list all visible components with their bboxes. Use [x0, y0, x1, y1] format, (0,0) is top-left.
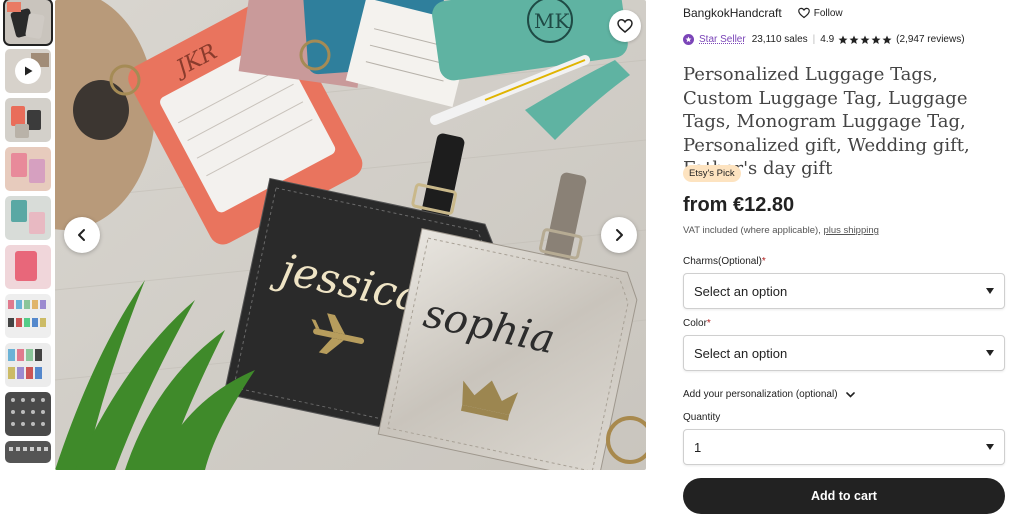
thumbnail-3[interactable] — [5, 98, 51, 142]
play-icon — [15, 58, 41, 84]
charms-label: Charms(Optional)* — [683, 256, 766, 267]
caret-down-icon — [986, 350, 994, 356]
required-asterisk: * — [706, 318, 711, 329]
sales-count: 23,110 sales — [751, 34, 808, 45]
thumbnail-9[interactable] — [5, 392, 51, 436]
seller-meta: Star Seller 23,110 sales | 4.9 (2,947 re… — [683, 34, 965, 45]
star-seller-label[interactable]: Star Seller — [699, 34, 746, 45]
caret-down-icon — [986, 444, 994, 450]
thumbnail-7[interactable] — [5, 294, 51, 338]
required-asterisk: * — [761, 256, 766, 267]
star-icon — [871, 35, 881, 44]
chevron-left-icon — [78, 229, 85, 241]
charms-select-value: Select an option — [694, 283, 788, 299]
star-seller-badge-icon — [683, 34, 694, 45]
shipping-link[interactable]: plus shipping — [823, 225, 878, 236]
charms-label-text: Charms(Optional) — [683, 256, 762, 267]
rating-stars[interactable] — [838, 35, 893, 45]
thumbnail-video[interactable] — [5, 49, 51, 93]
thumbnail-6[interactable] — [5, 245, 51, 289]
favorite-button[interactable] — [609, 10, 641, 42]
thumbnail-1[interactable] — [3, 0, 53, 46]
quantity-label: Quantity — [683, 412, 721, 423]
star-icon — [882, 35, 892, 44]
next-image-button[interactable] — [601, 217, 637, 253]
rating-value: 4.9 — [820, 34, 835, 45]
vat-text: VAT included (where applicable), — [683, 225, 821, 236]
add-to-cart-button[interactable]: Add to cart — [683, 478, 1005, 514]
star-icon — [860, 35, 870, 44]
thumbnail-8[interactable] — [5, 343, 51, 387]
heart-icon — [617, 19, 633, 33]
thumbnail-10[interactable] — [5, 441, 51, 463]
thumbnail-strip — [3, 0, 53, 468]
quantity-select[interactable]: 1 — [683, 429, 1005, 465]
reviews-count-link[interactable]: (2,947 reviews) — [896, 34, 964, 45]
follow-button[interactable]: Follow — [797, 7, 843, 19]
caret-down-icon — [986, 288, 994, 294]
star-icon — [849, 35, 859, 44]
shop-name-link[interactable]: BangkokHandcraft — [683, 6, 782, 20]
product-title: Personalized Luggage Tags, Custom Luggag… — [683, 64, 970, 179]
color-select-value: Select an option — [694, 345, 788, 361]
charms-select[interactable]: Select an option — [683, 273, 1005, 309]
shop-row: BangkokHandcraft Follow — [683, 6, 843, 20]
vat-note: VAT included (where applicable), plus sh… — [683, 225, 879, 236]
color-select[interactable]: Select an option — [683, 335, 1005, 371]
etsys-pick-badge: Etsy's Pick — [683, 165, 741, 182]
personalization-toggle[interactable]: Add your personalization (optional) — [683, 389, 855, 400]
chevron-down-icon — [845, 391, 855, 398]
personalization-label: Add your personalization (optional) — [683, 389, 838, 400]
main-product-image: JKR MK jessica sophia — [55, 0, 646, 470]
product-price: from €12.80 — [683, 194, 795, 216]
star-icon — [838, 35, 848, 44]
color-label-text: Color — [683, 318, 707, 329]
heart-icon — [797, 7, 810, 19]
previous-image-button[interactable] — [64, 217, 100, 253]
follow-label: Follow — [813, 7, 843, 19]
product-photo: JKR MK jessica sophia — [55, 0, 646, 470]
chevron-right-icon — [616, 229, 623, 241]
quantity-select-value: 1 — [694, 439, 702, 455]
divider: | — [812, 34, 816, 45]
thumbnail-5[interactable] — [5, 196, 51, 240]
color-label: Color* — [683, 318, 711, 329]
tag-initials-mk: MK — [534, 9, 570, 33]
thumbnail-4[interactable] — [5, 147, 51, 191]
